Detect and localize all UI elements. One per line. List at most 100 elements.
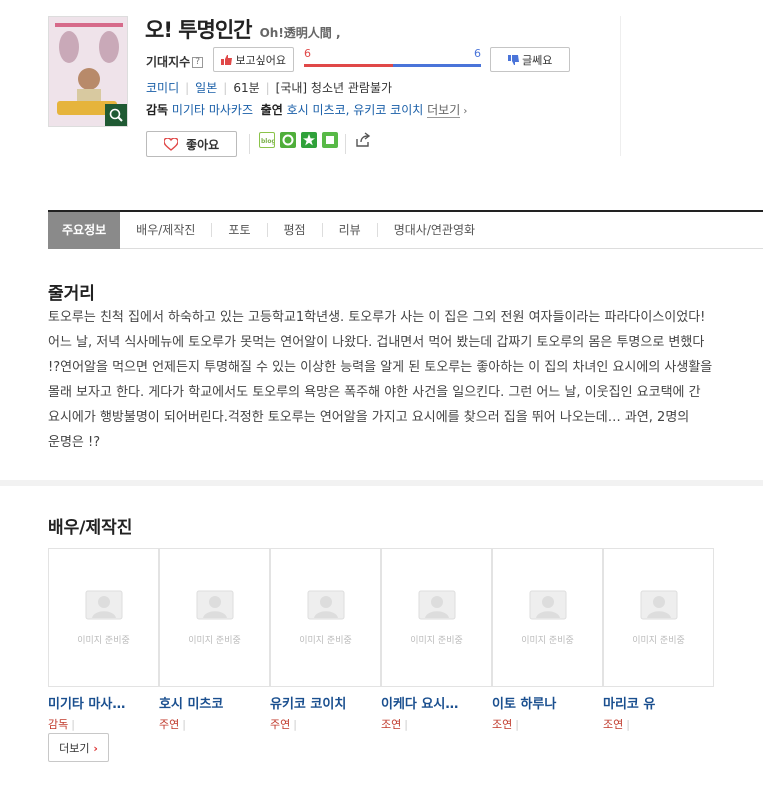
cast-card[interactable]: 이미지 준비중 이토 하루나 조연 | [492, 548, 603, 732]
cast-heading: 배우/제작진 [48, 518, 133, 538]
synopsis-text: 토오루는 친척 집에서 하숙하고 있는 고등학교1학년생. 토오루가 사는 이 … [48, 310, 713, 450]
like-label: 좋아요 [186, 137, 220, 152]
like-button[interactable]: 좋아요 [146, 131, 237, 157]
crew-line: 감독 미기타 마사카즈 출연 호시 미츠코, 유키코 코이치 더보기 › [146, 101, 467, 118]
cast-role-text: 조연 [492, 718, 513, 731]
placeholder-text: 이미지 준비중 [521, 636, 574, 646]
expect-index-label: 기대지수? [146, 53, 204, 70]
cast-card[interactable]: 이미지 준비중 유키코 코이치 주연 | [270, 548, 381, 732]
no-image-icon [640, 590, 678, 620]
cyworld-icon[interactable] [322, 132, 338, 148]
cast-card[interactable]: 이미지 준비중 미기타 마사… 감독 | [48, 548, 159, 732]
cast-photo-placeholder[interactable]: 이미지 준비중 [48, 548, 159, 687]
yozm-icon[interactable] [301, 132, 317, 148]
cast-name[interactable]: 유키코 코이치 [270, 693, 381, 712]
doubt-button[interactable]: 글쎄요 [490, 47, 570, 72]
expectation-gauge: 6 6 [304, 47, 481, 72]
cast-role: 조연 | [492, 718, 519, 731]
tab-photo[interactable]: 포토 [211, 223, 266, 237]
cast-card[interactable]: 이미지 준비중 이케다 요시… 조연 | [381, 548, 492, 732]
cast-name[interactable]: 호시 미츠코 [159, 693, 270, 712]
cast-role: 조연 | [381, 718, 408, 731]
cast-role: 주연 | [159, 718, 186, 731]
director-link[interactable]: 미기타 마사카즈 [172, 103, 253, 117]
blog-glyph: blog [261, 138, 276, 145]
thumbs-up-icon [220, 54, 232, 65]
cast-photo-placeholder[interactable]: 이미지 준비중 [603, 548, 714, 687]
placeholder-text: 이미지 준비중 [299, 636, 352, 646]
cast-name[interactable]: 이케다 요시… [381, 693, 492, 712]
want-to-see-button[interactable]: 보고싶어요 [213, 47, 294, 72]
want-to-see-label: 보고싶어요 [235, 53, 287, 67]
blog-icon[interactable]: blog [259, 132, 276, 148]
tab-review[interactable]: 리뷰 [321, 223, 377, 237]
magnifier-icon [109, 108, 123, 122]
movie-title: 오! 투명인간 [145, 18, 252, 42]
runtime: 61분 [233, 81, 260, 95]
zoom-button[interactable] [105, 104, 127, 126]
tab-main-info[interactable]: 주요정보 [48, 211, 121, 249]
section-divider [0, 480, 763, 486]
rating: [국내] 청소년 관람불가 [275, 81, 393, 95]
cast-list: 이미지 준비중 미기타 마사… 감독 | 이미지 준비중 호시 미츠코 주연 | 이… [48, 548, 714, 748]
cast-links[interactable]: 호시 미츠코, 유키코 코이치 [287, 103, 424, 117]
placeholder-text: 이미지 준비중 [77, 636, 130, 646]
tab-bar: 주요정보 배우/제작진 포토 평점 리뷰 명대사/연관영화 [48, 210, 763, 249]
no-image-icon [85, 590, 123, 620]
country-link[interactable]: 일본 [195, 81, 217, 95]
cast-photo-placeholder[interactable]: 이미지 준비중 [270, 548, 381, 687]
cast-photo-placeholder[interactable]: 이미지 준비중 [492, 548, 603, 687]
expect-index-text: 기대지수 [146, 55, 191, 69]
cast-name[interactable]: 미기타 마사… [48, 693, 159, 712]
chevron-right-icon: › [460, 106, 468, 117]
tab-rating[interactable]: 평점 [266, 223, 322, 237]
divider [249, 134, 250, 154]
cast-name[interactable]: 마리코 유 [603, 693, 714, 712]
movie-poster[interactable] [48, 16, 128, 127]
more-cast-link[interactable]: 더보기 [427, 103, 461, 118]
heart-icon [163, 136, 179, 151]
tab-cast-crew[interactable]: 배우/제작진 [120, 223, 211, 237]
doubt-label: 글쎄요 [522, 53, 553, 67]
cast-role-text: 감독 [48, 718, 69, 731]
genre-link[interactable]: 코미디 [146, 81, 179, 95]
more-cast-button[interactable]: 더보기 › [48, 733, 109, 762]
star-glyph [303, 134, 315, 146]
cast-photo-placeholder[interactable]: 이미지 준비중 [381, 548, 492, 687]
cast-name[interactable]: 이토 하루나 [492, 693, 603, 712]
original-title: Oh!透明人間 , [259, 26, 341, 40]
cast-photo-placeholder[interactable]: 이미지 준비중 [159, 548, 270, 687]
cast-role: 주연 | [270, 718, 297, 731]
no-image-icon [307, 590, 345, 620]
svg-text:blog: blog [261, 138, 274, 145]
help-icon[interactable]: ? [192, 57, 204, 68]
share-icon[interactable] [355, 132, 371, 148]
doubt-count: 6 [474, 47, 481, 60]
cast-card[interactable]: 이미지 준비중 마리코 유 조연 | [603, 548, 714, 732]
chevron-right-icon: › [89, 741, 98, 755]
cast-role: 조연 | [603, 718, 630, 731]
header-right-border [620, 16, 621, 156]
no-image-icon [529, 590, 567, 620]
divider [345, 134, 346, 154]
synopsis-heading: 줄거리 [48, 284, 95, 304]
tab-quotes-related[interactable]: 명대사/연관영화 [376, 223, 491, 237]
more-cast-label: 더보기 [59, 741, 90, 755]
placeholder-text: 이미지 준비중 [188, 636, 241, 646]
cast-role-text: 주연 [159, 718, 180, 731]
placeholder-text: 이미지 준비중 [410, 636, 463, 646]
no-image-icon [418, 590, 456, 620]
cast-card[interactable]: 이미지 준비중 호시 미츠코 주연 | [159, 548, 270, 732]
no-image-icon [196, 590, 234, 620]
cast-role: 감독 | [48, 718, 75, 731]
title-row: 오! 투명인간 Oh!透明人間 , [145, 14, 341, 44]
me2day-glyph [282, 134, 294, 146]
want-count: 6 [304, 47, 311, 60]
cast-role-text: 조연 [381, 718, 402, 731]
square-glyph [326, 136, 334, 144]
placeholder-text: 이미지 준비중 [632, 636, 685, 646]
cast-label: 출연 [260, 103, 283, 117]
movie-meta: 코미디 | 일본 | 61분 | [국내] 청소년 관람불가 [146, 81, 393, 95]
me2day-icon[interactable] [280, 132, 296, 148]
cast-role-text: 조연 [603, 718, 624, 731]
